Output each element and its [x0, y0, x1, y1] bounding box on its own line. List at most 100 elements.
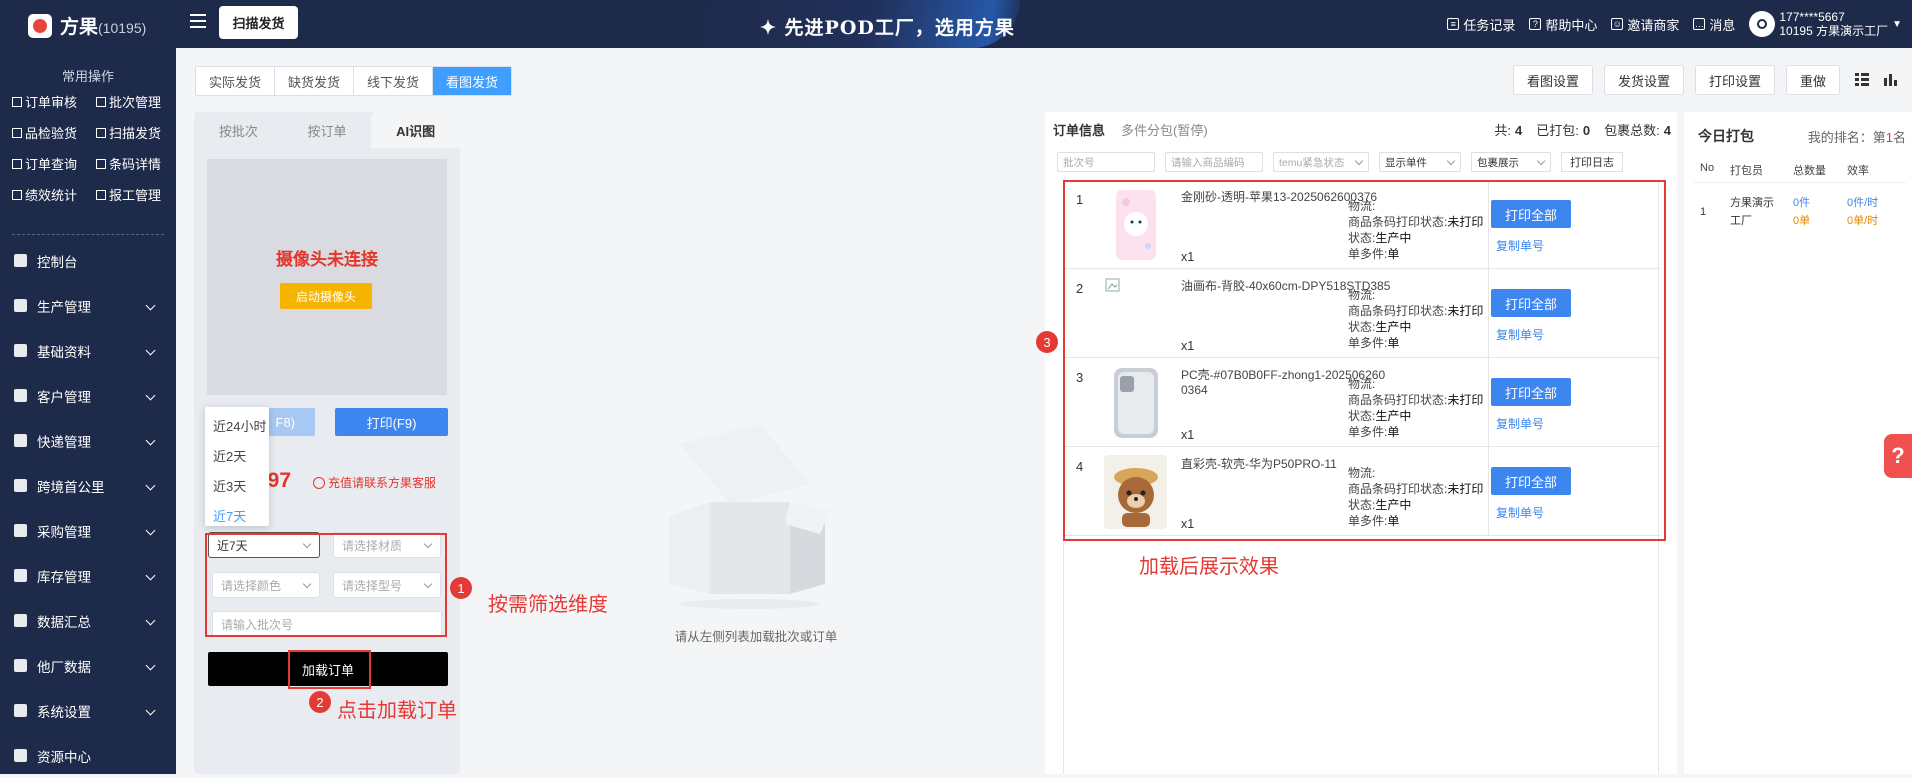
chart-view-icon[interactable] [1883, 72, 1897, 86]
resource-icon [14, 749, 27, 762]
sparkle-icon: ✦ [760, 17, 785, 39]
globe-icon [14, 479, 27, 492]
batch-no-input[interactable]: 批次号 [1057, 152, 1155, 172]
nav-other-factory[interactable]: 他厂数据 [0, 643, 176, 688]
check-icon [12, 96, 22, 107]
empty-state-text: 请从左侧列表加载批次或订单 [674, 630, 838, 644]
nav-basic-data[interactable]: 基础资料 [0, 328, 176, 373]
print-settings-button[interactable]: 打印设置 [1694, 65, 1775, 95]
header-divider [1694, 182, 1906, 183]
annotation-text-1: 按需筛选维度 [488, 594, 608, 616]
tab-by-batch[interactable]: 按批次 [194, 112, 283, 148]
chevron-down-icon [145, 615, 156, 626]
stat-packed: 已打包: 0 [1536, 123, 1591, 138]
tab-actual-ship[interactable]: 实际发货 [196, 67, 276, 95]
quick-performance[interactable]: 绩效统计 [12, 185, 96, 204]
annotation-badge-3: 3 [1036, 331, 1058, 353]
col-packer[interactable]: 打包员 [1730, 162, 1763, 178]
warehouse-icon [14, 569, 27, 582]
nav-resources[interactable]: 资源中心 [0, 733, 176, 778]
chevron-down-icon [145, 435, 156, 446]
task-record-link[interactable]: ≡ 任务记录 [1447, 15, 1515, 34]
invite-merchant-link[interactable]: ☺ 邀请商家 [1611, 15, 1679, 34]
annotation-badge-1: 1 [450, 577, 472, 599]
scan-icon [96, 127, 106, 138]
date-option-selected[interactable]: 近7天 [205, 500, 269, 530]
task-icon: ≡ [1447, 18, 1460, 30]
inspect-icon [12, 127, 22, 138]
nav-crossborder[interactable]: 跨境首公里 [0, 463, 176, 508]
database-icon [14, 344, 27, 357]
quick-work-report[interactable]: 报工管理 [96, 185, 172, 204]
chevron-down-icon [145, 300, 156, 311]
print-log-button[interactable]: 打印日志 [1561, 152, 1623, 172]
annotation-badge-2: 2 [309, 691, 331, 713]
total-orders: 0单 [1793, 215, 1811, 227]
users-icon: ☺ [1611, 18, 1624, 30]
sidebar-nav: 控制台 生产管理 基础资料 客户管理 快递管理 跨境首公里 采购管理 库存管理 … [0, 238, 176, 778]
customer-icon [14, 389, 27, 402]
sku-input[interactable]: 请输入商品编码 [1165, 152, 1263, 172]
quick-barcode-detail[interactable]: 条码详情 [96, 154, 172, 173]
production-icon [14, 299, 27, 312]
sidebar-divider [12, 234, 164, 235]
chevron-down-icon [145, 570, 156, 581]
tab-ai-recognition[interactable]: AI识图 [371, 112, 461, 148]
nav-data-summary[interactable]: 数据汇总 [0, 598, 176, 643]
quick-order-review[interactable]: 订单审核 [12, 92, 96, 111]
nav-production[interactable]: 生产管理 [0, 283, 176, 328]
nav-customers[interactable]: 客户管理 [0, 373, 176, 418]
annotation-text-3: 加载后展示效果 [1139, 556, 1279, 578]
start-camera-button[interactable]: 启动摄像头 [280, 283, 372, 309]
floating-help-button[interactable]: ? [1884, 434, 1912, 478]
tab-offline-ship[interactable]: 线下发货 [354, 67, 434, 95]
quick-scan-ship[interactable]: 扫描发货 [96, 123, 172, 142]
date-option[interactable]: 近24小时 [205, 410, 269, 440]
tab-by-order[interactable]: 按订单 [283, 112, 372, 148]
redo-button[interactable]: 重做 [1785, 65, 1840, 95]
order-filters: 批次号 请输入商品编码 temu紧急状态 显示单件 包裹展示 打印日志 [1057, 152, 1623, 172]
nav-settings[interactable]: 系统设置 [0, 688, 176, 733]
chat-icon [313, 476, 325, 489]
tab-shortage-ship[interactable]: 缺货发货 [275, 67, 355, 95]
brand-logo[interactable]: 方果(10195) [28, 12, 146, 39]
date-option[interactable]: 近2天 [205, 440, 269, 470]
quick-batch-manage[interactable]: 批次管理 [96, 92, 172, 111]
efficiency-pieces: 0件/时 [1847, 197, 1879, 209]
chevron-down-icon [145, 480, 156, 491]
temu-status-select[interactable]: temu紧急状态 [1273, 152, 1369, 172]
pie-chart-icon [14, 614, 27, 627]
nav-express[interactable]: 快递管理 [0, 418, 176, 463]
message-icon: … [1693, 18, 1706, 30]
tab-image-ship[interactable]: 看图发货 [433, 67, 512, 95]
user-info: 177****5667 10195 方果演示工厂 [1779, 10, 1889, 38]
messages-link[interactable]: … 消息 [1693, 15, 1735, 34]
print-f9-button[interactable]: 打印(F9) [335, 408, 448, 436]
nav-dashboard[interactable]: 控制台 [0, 238, 176, 283]
quick-order-query[interactable]: 订单查询 [12, 154, 96, 173]
scan-ship-button[interactable]: 扫描发货 [219, 6, 298, 39]
image-settings-button[interactable]: 看图设置 [1512, 65, 1593, 95]
quick-inspection[interactable]: 品检验货 [12, 123, 96, 142]
nav-purchase[interactable]: 采购管理 [0, 508, 176, 553]
total-pieces: 0件 [1793, 197, 1811, 209]
parcel-display-select[interactable]: 包裹展示 [1471, 152, 1551, 172]
recharge-link[interactable]: 充值请联系方果客服 [313, 474, 436, 491]
col-efficiency[interactable]: 效率 [1847, 162, 1869, 178]
help-center-link[interactable]: ? 帮助中心 [1529, 15, 1597, 34]
user-menu[interactable]: 177****5667 10195 方果演示工厂 ▼ [1749, 10, 1902, 38]
display-single-select[interactable]: 显示单件 [1379, 152, 1461, 172]
list-view-icon[interactable] [1855, 72, 1869, 86]
today-packing-title: 今日打包 [1698, 128, 1754, 144]
ship-settings-button[interactable]: 发货设置 [1603, 65, 1684, 95]
sidebar: 常用操作 订单审核 批次管理 品检验货 扫描发货 订单查询 条码详情 绩效统计 … [0, 48, 176, 774]
menu-toggle-icon[interactable] [190, 14, 206, 28]
tab-multi-pack[interactable]: 多件分包(暂停) [1121, 120, 1208, 139]
annotation-text-2: 点击加载订单 [337, 700, 457, 722]
tab-order-info[interactable]: 订单信息 [1053, 120, 1105, 139]
date-range-dropdown: 近24小时 近2天 近3天 近7天 [205, 407, 269, 526]
date-option[interactable]: 近3天 [205, 470, 269, 500]
col-total[interactable]: 总数量 [1793, 162, 1826, 178]
order-stats: 共: 4 已打包: 0 包裹总数: 4 [1494, 120, 1671, 139]
nav-inventory[interactable]: 库存管理 [0, 553, 176, 598]
